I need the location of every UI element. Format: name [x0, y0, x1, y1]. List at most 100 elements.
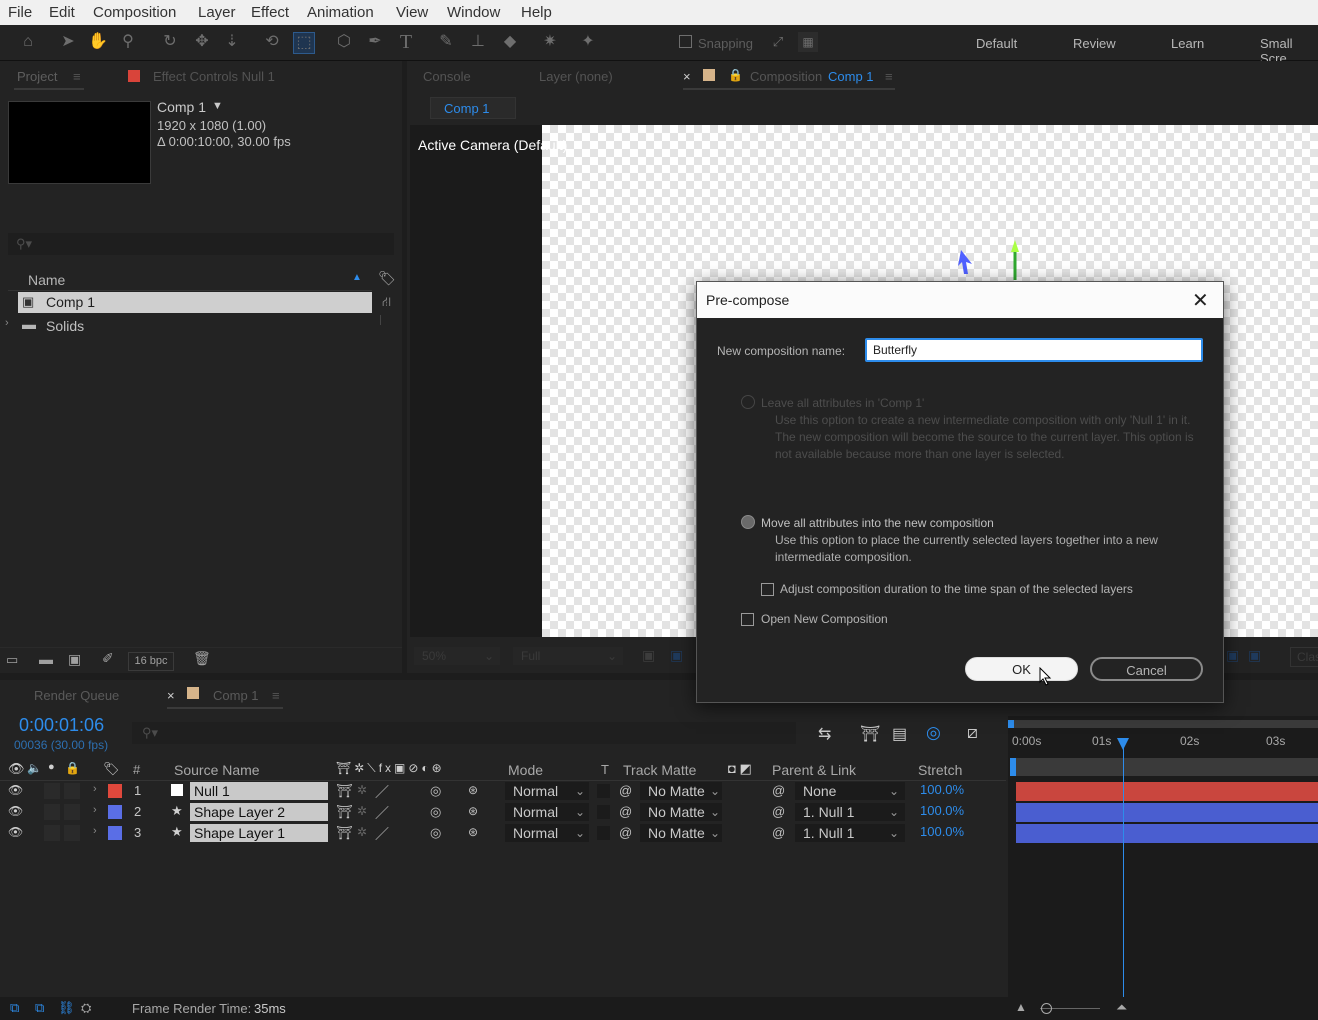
- composition-tab-prefix[interactable]: Composition: [750, 69, 822, 84]
- matte-pickwhip-icon[interactable]: @: [619, 804, 632, 819]
- time-ruler[interactable]: 0:00s 01s 02s 03s: [1010, 730, 1318, 754]
- playhead-line[interactable]: [1123, 738, 1124, 997]
- quality-switch-icon[interactable]: ／: [375, 824, 389, 844]
- eye-icon[interactable]: 👁: [8, 825, 23, 839]
- parent-pickwhip-icon[interactable]: @: [772, 783, 785, 798]
- work-area-bar[interactable]: [1010, 720, 1318, 728]
- solo-toggle[interactable]: [44, 804, 60, 820]
- layer-label-color[interactable]: [108, 826, 122, 840]
- new-folder-icon[interactable]: ▬: [39, 651, 53, 667]
- panel-menu-icon[interactable]: ≡: [272, 688, 280, 703]
- lock-toggle[interactable]: [64, 825, 80, 841]
- roto-brush-tool-icon[interactable]: ✷: [540, 32, 560, 52]
- layer-duration-bar[interactable]: [1016, 803, 1318, 822]
- pan-tool-icon[interactable]: ✥: [192, 32, 212, 52]
- menu-animation[interactable]: Animation: [307, 4, 374, 21]
- move-attributes-radio[interactable]: [741, 515, 755, 529]
- zoom-dropdown[interactable]: 50% ⌄: [414, 647, 500, 665]
- zoom-tool-icon[interactable]: ⚲: [118, 32, 138, 52]
- 3d-layer-switch-icon[interactable]: ⊛: [468, 783, 478, 797]
- project-item-solids[interactable]: › ▬ Solids: [0, 315, 372, 336]
- selection-tool-icon[interactable]: ➤: [58, 32, 78, 52]
- timeline-zoom-handle[interactable]: [1041, 1003, 1052, 1014]
- parent-pickwhip-icon[interactable]: @: [772, 804, 785, 819]
- chevron-down-icon[interactable]: ▼: [212, 100, 223, 112]
- close-icon[interactable]: ✕: [1192, 288, 1209, 313]
- eye-icon[interactable]: 👁: [8, 783, 23, 797]
- parent-dropdown[interactable]: 1. Null 1 ⌄: [795, 824, 905, 842]
- chevron-right-icon[interactable]: ›: [5, 317, 9, 329]
- eraser-tool-icon[interactable]: ◆: [500, 32, 520, 52]
- menu-window[interactable]: Window: [447, 4, 500, 21]
- new-composition-icon[interactable]: ▣: [68, 651, 81, 668]
- layer-name-field[interactable]: Shape Layer 1: [190, 824, 328, 842]
- project-tab[interactable]: Project: [17, 69, 57, 84]
- adjust-duration-checkbox[interactable]: [761, 583, 774, 596]
- chevron-right-icon[interactable]: ›: [93, 783, 97, 795]
- close-icon[interactable]: ×: [167, 688, 175, 703]
- menu-file[interactable]: File: [8, 4, 32, 21]
- pen-tool-icon[interactable]: ✒: [365, 32, 385, 52]
- 3d-layer-switch-icon[interactable]: ⊛: [468, 804, 478, 818]
- layer-row[interactable]: 👁 › 2 ★ Shape Layer 2 ⛩ ✲ ／ ◎ ⊛ Normal ⌄…: [0, 802, 1006, 822]
- snap-options-icon[interactable]: ⤢: [768, 32, 788, 52]
- track-matte-dropdown[interactable]: No Matte ⌄: [640, 824, 722, 842]
- dolly-tool-icon[interactable]: ⇣: [222, 32, 242, 52]
- label-tag-icon[interactable]: 🏷: [378, 270, 396, 287]
- matte-pickwhip-icon[interactable]: @: [619, 783, 632, 798]
- draft-3d-icon[interactable]: ⛩: [860, 724, 880, 744]
- motion-blur-switch-icon[interactable]: ◎: [430, 825, 441, 841]
- transfer-controls-toggle-icon[interactable]: ⧉: [35, 1000, 44, 1016]
- zoom-out-icon[interactable]: ▲: [1015, 1000, 1027, 1014]
- solo-toggle[interactable]: [44, 825, 60, 841]
- console-tab[interactable]: Console: [423, 69, 471, 84]
- shy-switch-icon[interactable]: ⛩: [336, 783, 353, 799]
- bit-depth-button[interactable]: 16 bpc: [128, 652, 174, 671]
- resolution-dropdown[interactable]: Full ⌄: [513, 647, 623, 665]
- 3d-layer-switch-icon[interactable]: ⊛: [468, 825, 478, 839]
- zoom-in-icon[interactable]: ⏶: [1116, 999, 1127, 1016]
- solo-toggle[interactable]: [44, 783, 60, 799]
- matte-pickwhip-icon[interactable]: @: [619, 825, 632, 840]
- chevron-right-icon[interactable]: ›: [93, 825, 97, 837]
- current-time-display[interactable]: 0:00:01:06: [19, 715, 104, 736]
- motion-blur-switch-icon[interactable]: ◎: [430, 783, 441, 799]
- blend-mode-dropdown[interactable]: Normal ⌄: [505, 803, 589, 821]
- name-column-header[interactable]: Name ▲: [8, 268, 372, 291]
- comp-1-timeline-tab[interactable]: Comp 1: [213, 688, 259, 703]
- frame-blending-icon[interactable]: ▤: [892, 724, 907, 744]
- effect-controls-tab[interactable]: Effect Controls Null 1: [153, 69, 275, 84]
- preserve-transparency-toggle[interactable]: [597, 826, 610, 840]
- leave-attributes-radio[interactable]: [741, 395, 755, 409]
- pan-behind-tool-icon[interactable]: ⬚: [293, 32, 315, 54]
- transparency-grid-icon[interactable]: ▣: [670, 647, 683, 664]
- stretch-value[interactable]: 100.0%: [920, 782, 964, 797]
- open-new-composition-checkbox[interactable]: [741, 613, 754, 626]
- eye-icon[interactable]: 👁: [8, 761, 25, 777]
- comp-mini-flowchart-icon[interactable]: ⇆: [818, 724, 831, 744]
- layer-label-color[interactable]: [108, 784, 122, 798]
- cancel-button[interactable]: Cancel: [1090, 657, 1203, 681]
- collapse-switch-icon[interactable]: ✲: [357, 825, 367, 839]
- menu-edit[interactable]: Edit: [49, 4, 75, 21]
- label-tag-icon[interactable]: 🏷: [103, 761, 120, 777]
- preserve-transparency-toggle[interactable]: [597, 784, 610, 798]
- playhead-handle[interactable]: [1117, 738, 1129, 750]
- layer-duration-bar[interactable]: [1016, 824, 1318, 843]
- lock-toggle[interactable]: [64, 804, 80, 820]
- preserve-transparency-toggle[interactable]: [597, 805, 610, 819]
- layer-row[interactable]: 👁 › 1 Null 1 ⛩ ✲ ／ ◎ ⊛ Normal ⌄ @ No Mat…: [0, 781, 1006, 801]
- menu-layer[interactable]: Layer: [198, 4, 236, 21]
- workspace-default[interactable]: Default: [976, 36, 1017, 51]
- type-tool-icon[interactable]: T: [396, 32, 416, 52]
- menu-composition[interactable]: Composition: [93, 4, 176, 21]
- home-icon[interactable]: ⌂: [18, 32, 38, 52]
- track-matte-dropdown[interactable]: No Matte ⌄: [640, 782, 722, 800]
- track-matte-dropdown[interactable]: No Matte ⌄: [640, 803, 722, 821]
- composition-tab-name[interactable]: Comp 1: [828, 69, 874, 84]
- composition-name-input[interactable]: [865, 338, 1203, 362]
- lock-icon[interactable]: 🔒: [65, 761, 80, 775]
- layer-label-color[interactable]: [108, 805, 122, 819]
- quality-switch-icon[interactable]: ／: [375, 803, 389, 823]
- layer-row[interactable]: 👁 › 3 ★ Shape Layer 1 ⛩ ✲ ／ ◎ ⊛ Normal ⌄…: [0, 823, 1006, 843]
